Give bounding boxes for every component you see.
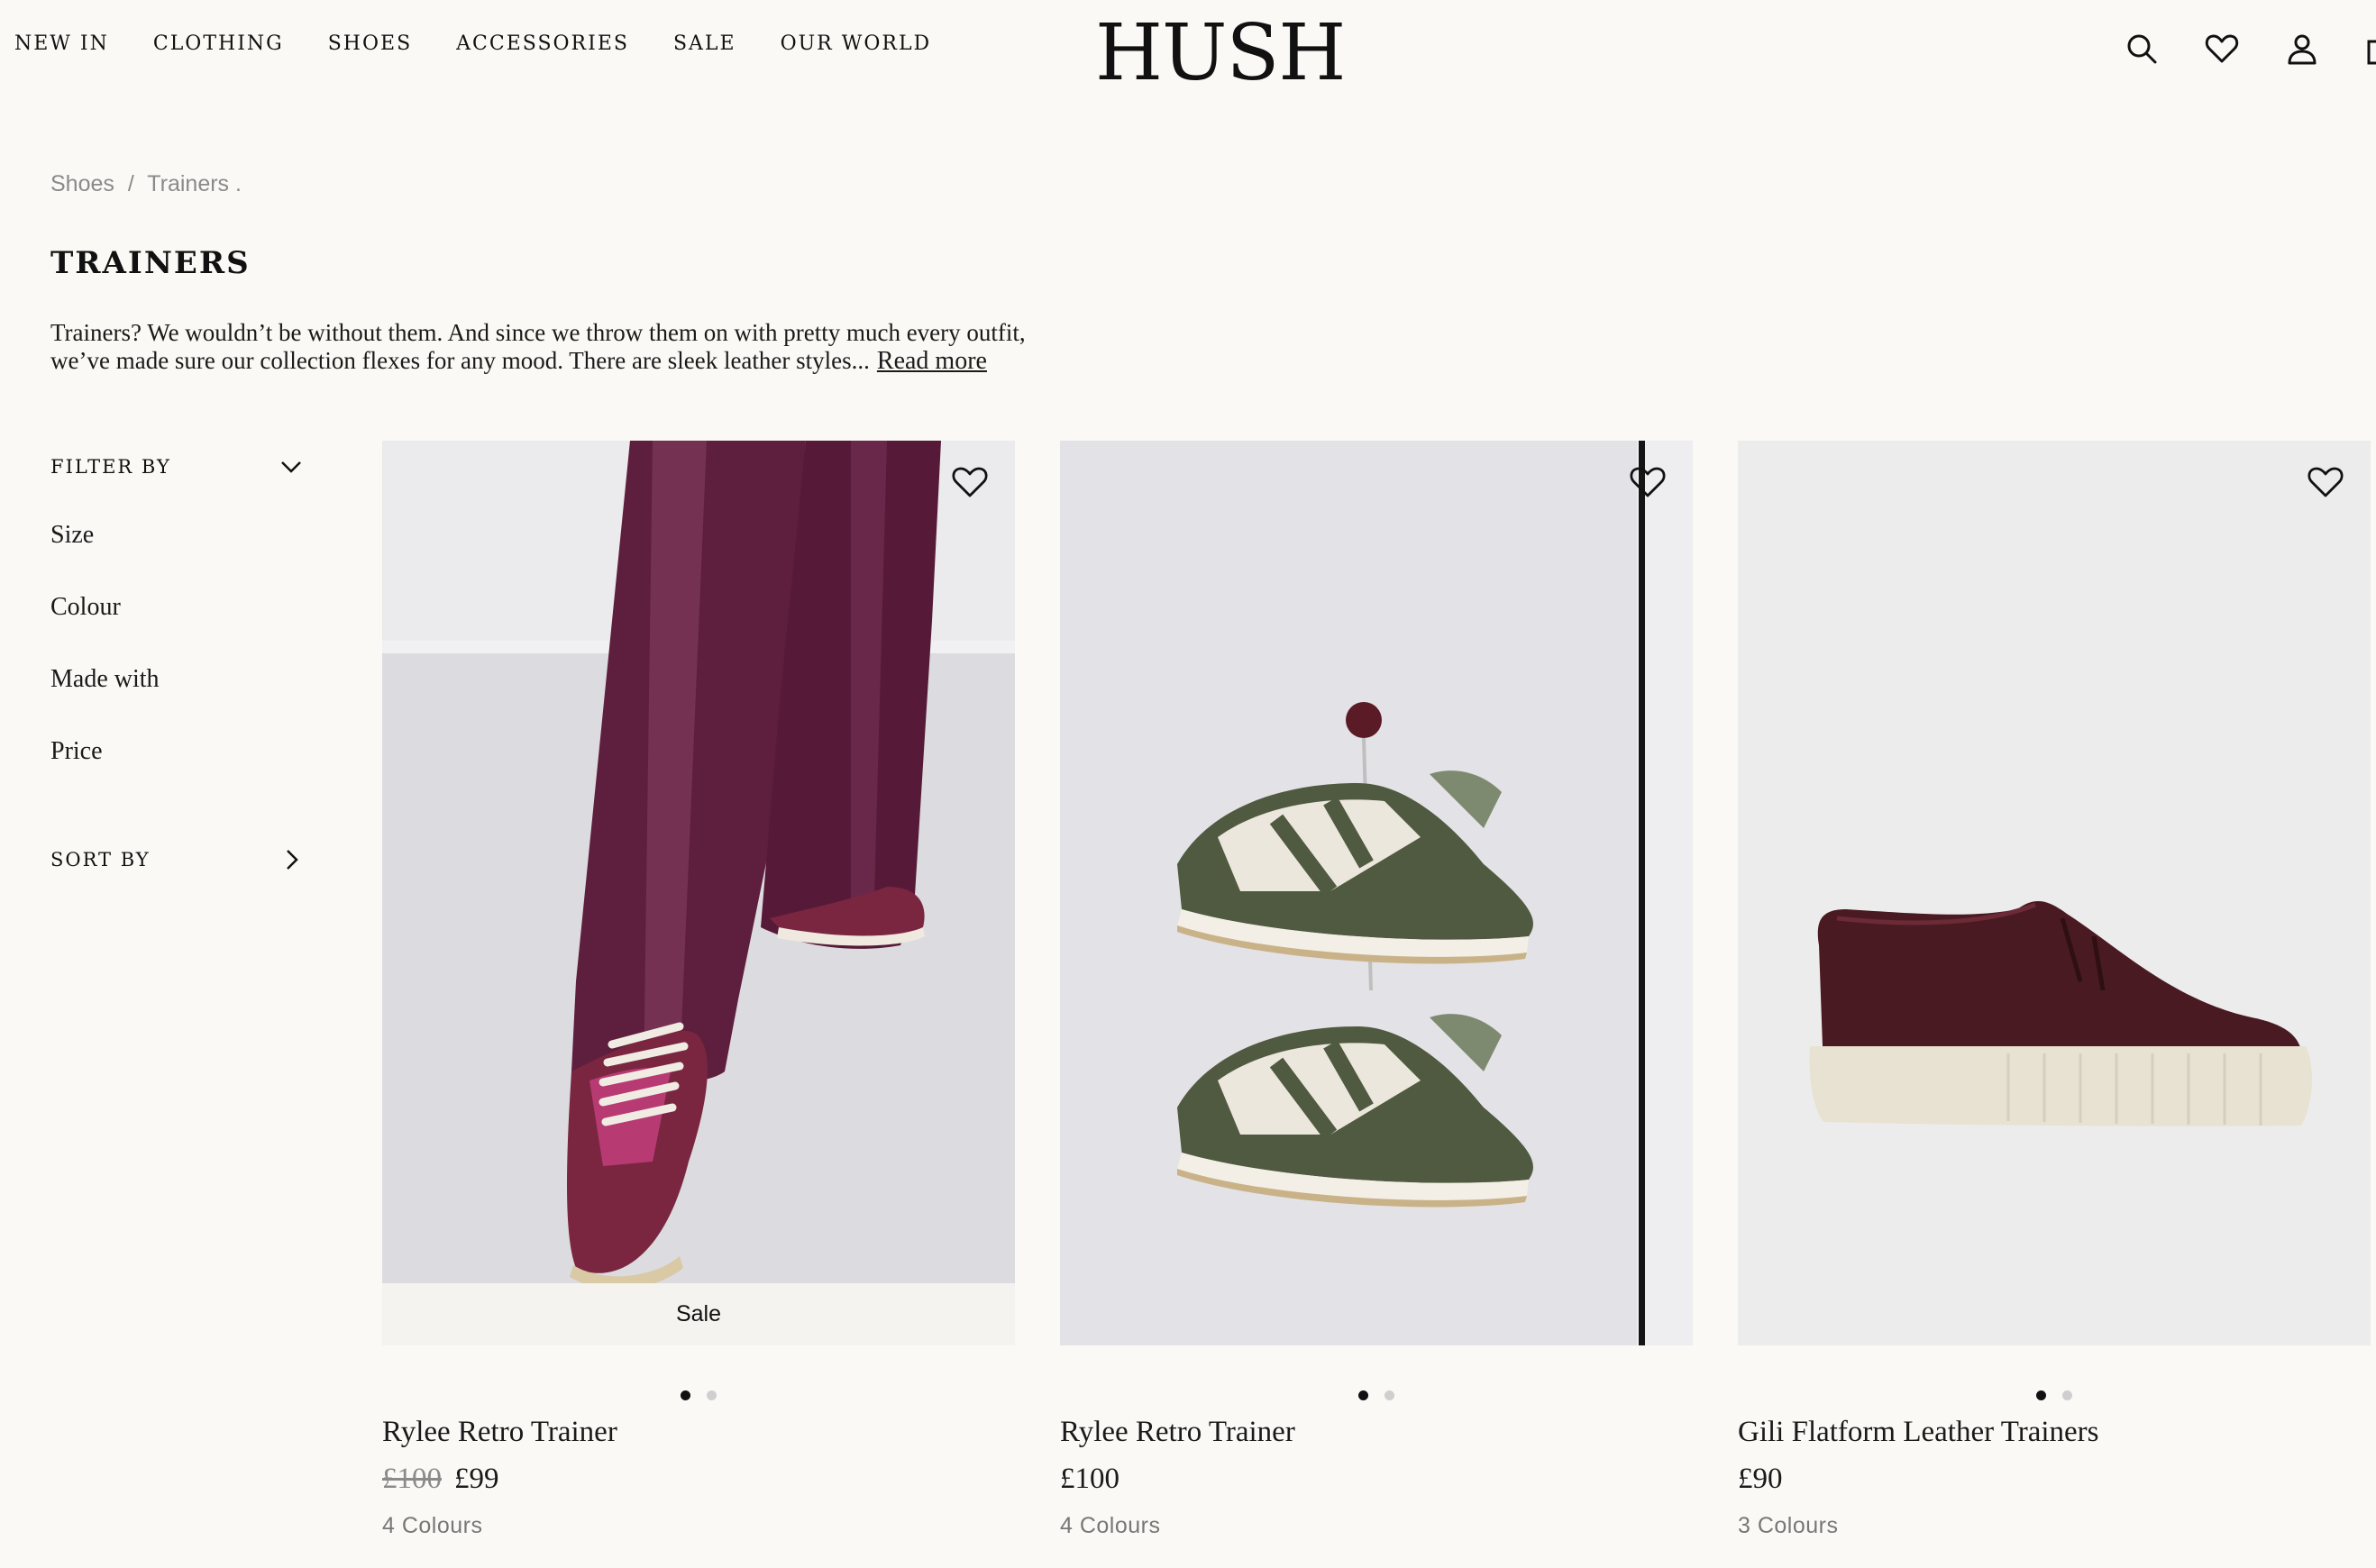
product-price-row: £100 [1060,1463,1119,1496]
product-price: £100 [1060,1463,1119,1495]
nav-item-shoes[interactable]: SHOES [328,32,412,55]
nav-item-clothing[interactable]: CLOTHING [153,32,284,55]
image-carousel-dots [1738,1390,2371,1400]
chevron-right-icon [287,850,298,870]
product-name[interactable]: Rylee Retro Trainer [1060,1416,1295,1449]
read-more-link[interactable]: Read more [877,347,987,375]
product-price-row: £100 £99 [382,1463,499,1496]
filter-colour[interactable]: Colour [50,593,121,622]
filter-size[interactable]: Size [50,521,94,550]
sort-by-toggle[interactable]: SORT BY [50,842,305,878]
nav-item-accessories[interactable]: ACCESSORIES [456,32,629,55]
product-image[interactable]: Sale [382,441,1015,1345]
carousel-dot-active[interactable] [681,1390,690,1400]
product-price: £99 [454,1463,499,1495]
search-icon[interactable] [2124,31,2160,67]
breadcrumb-separator: / [127,171,134,196]
image-carousel-dots [1060,1390,1693,1400]
heart-icon[interactable] [2204,31,2240,67]
bag-icon[interactable] [2363,31,2376,67]
product-name[interactable]: Gili Flatform Leather Trainers [1738,1416,2099,1449]
page-title: TRAINERS [50,245,251,281]
product-colours[interactable]: 3 Colours [1738,1513,1839,1539]
carousel-dot[interactable] [1384,1390,1394,1400]
product-photo-burgundy-flatform [1738,441,2371,1345]
breadcrumb-trainers[interactable]: Trainers . [147,171,242,196]
filter-by-toggle[interactable]: FILTER BY [50,449,305,485]
filter-made-with[interactable]: Made with [50,665,160,694]
carousel-dot[interactable] [707,1390,717,1400]
category-intro: Trainers? We wouldn’t be without them. A… [50,319,1078,375]
site-header: NEW IN CLOTHING SHOES ACCESSORIES SALE O… [0,0,2376,99]
carousel-dot-active[interactable] [2036,1390,2046,1400]
product-price-row: £90 [1738,1463,1783,1496]
filter-by-label: FILTER BY [50,456,171,478]
main-nav: NEW IN CLOTHING SHOES ACCESSORIES SALE O… [14,32,975,55]
brand-logo[interactable]: HUSH [1095,14,1346,92]
product-colours[interactable]: 4 Colours [382,1513,483,1539]
image-carousel-dots [382,1390,1015,1400]
wishlist-heart-icon[interactable] [950,462,990,502]
product-photo-olive-trainers [1060,441,1693,1345]
carousel-dot-active[interactable] [1358,1390,1368,1400]
product-was-price: £100 [382,1463,442,1495]
product-card: Rylee Retro Trainer £100 4 Colours [1060,441,1693,1568]
breadcrumb: Shoes / Trainers . [50,171,242,197]
wishlist-heart-icon[interactable] [2306,462,2345,502]
carousel-dot[interactable] [2062,1390,2072,1400]
product-card: Gili Flatform Leather Trainers £90 3 Col… [1738,441,2371,1568]
product-price: £90 [1738,1463,1783,1495]
product-card: Sale Rylee Retro Trainer £100 £99 4 Colou… [382,441,1015,1568]
product-image[interactable] [1738,441,2371,1345]
account-icon[interactable] [2284,31,2320,67]
filter-price[interactable]: Price [50,737,103,766]
nav-item-our-world[interactable]: OUR WORLD [781,32,932,55]
product-image[interactable] [1060,441,1693,1345]
nav-item-sale[interactable]: SALE [673,32,736,55]
breadcrumb-shoes[interactable]: Shoes [50,171,114,196]
wishlist-heart-icon[interactable] [1628,462,1668,502]
product-name[interactable]: Rylee Retro Trainer [382,1416,617,1449]
product-photo-plum-trousers [382,441,1015,1345]
nav-item-new-in[interactable]: NEW IN [14,32,109,55]
chevron-down-icon [281,461,301,473]
sort-by-label: SORT BY [50,849,151,871]
product-colours[interactable]: 4 Colours [1060,1513,1161,1539]
sale-badge: Sale [382,1283,1015,1345]
